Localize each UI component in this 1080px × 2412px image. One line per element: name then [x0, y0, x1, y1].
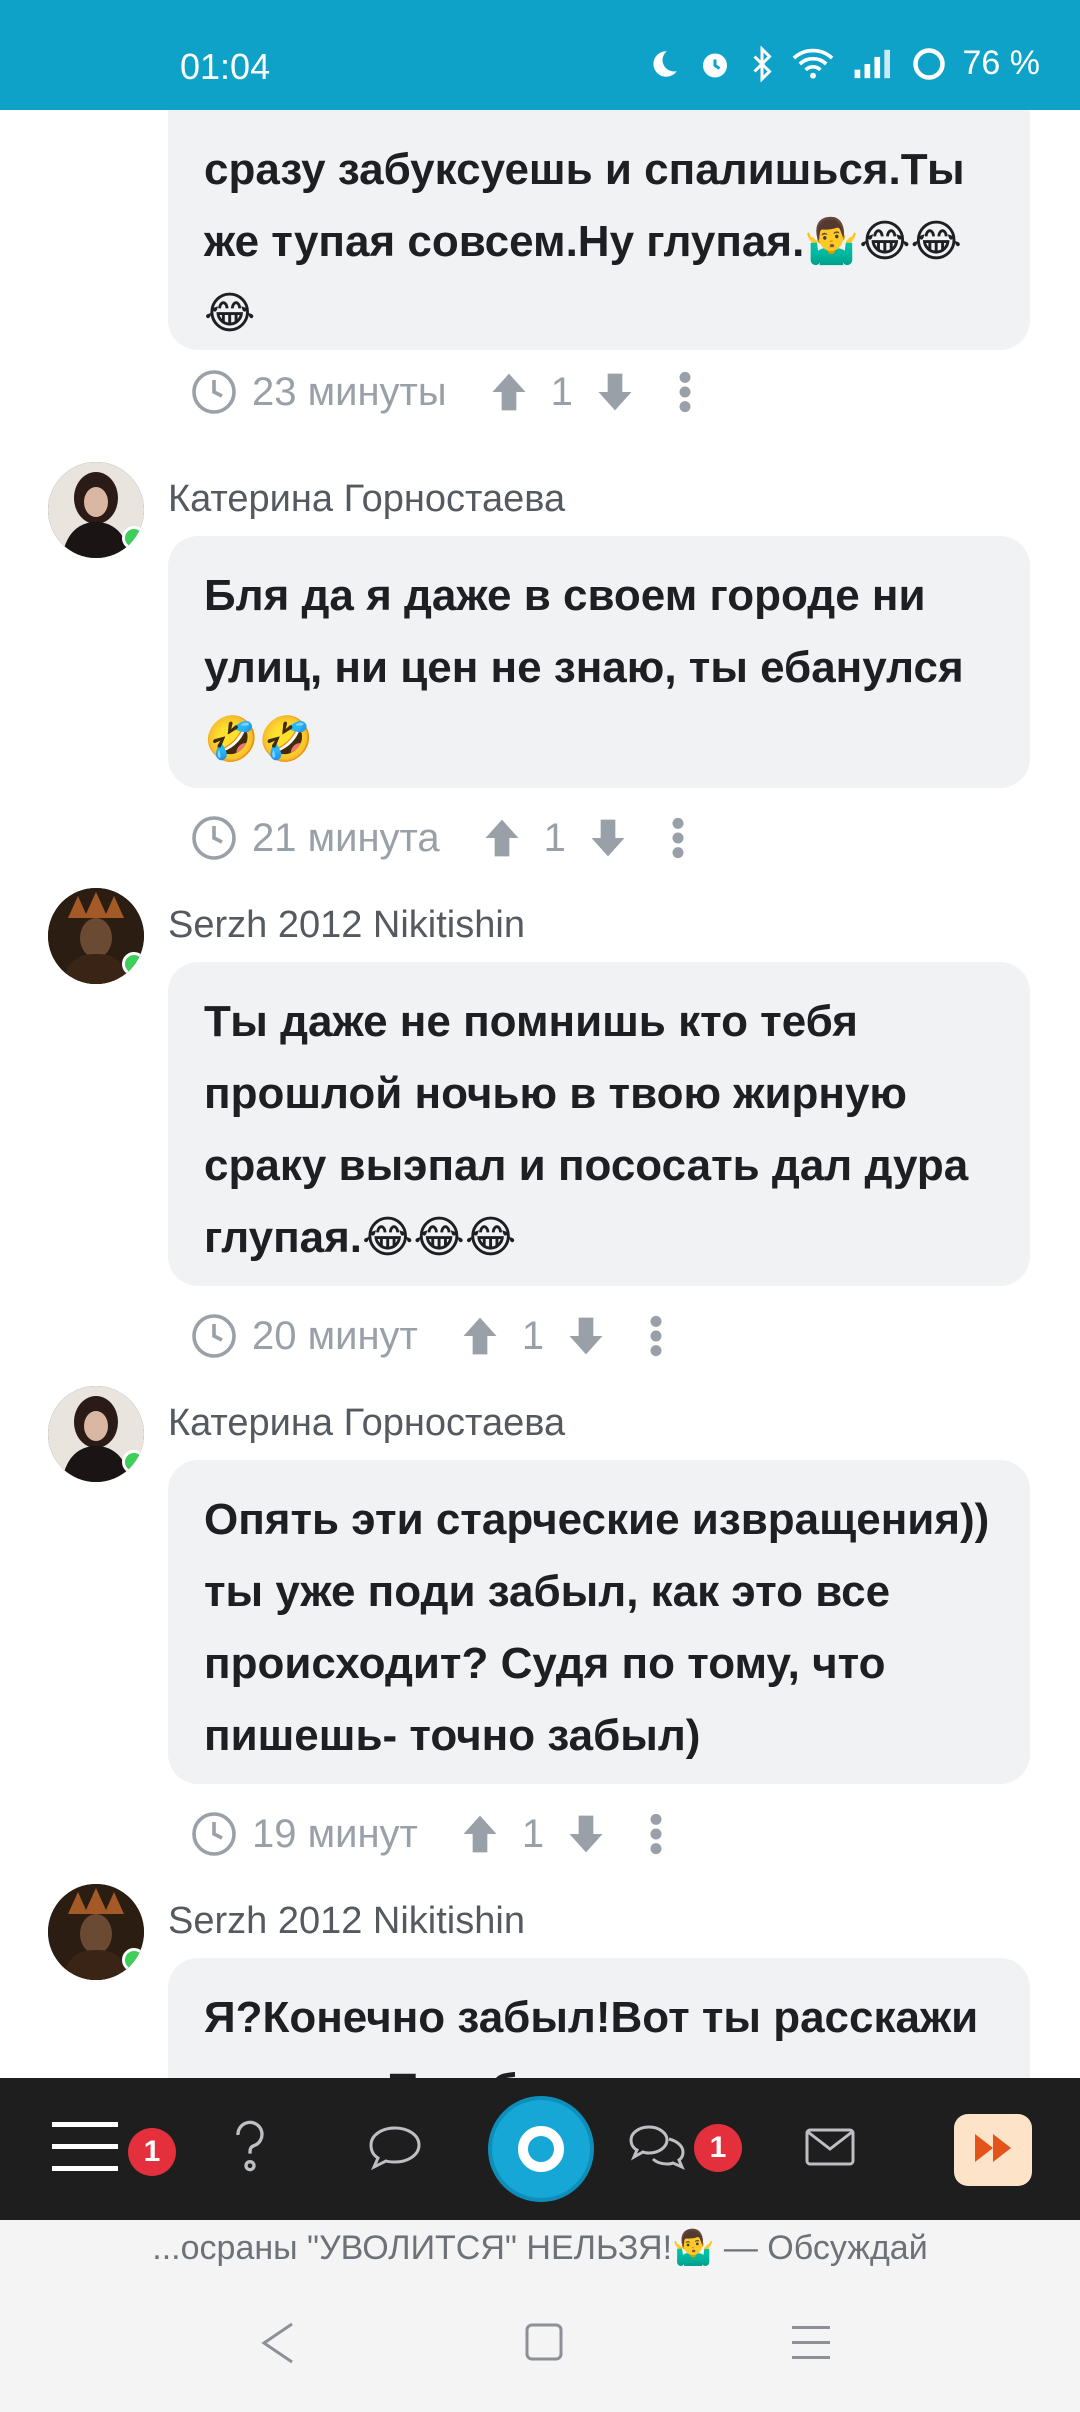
- online-indicator: [122, 526, 144, 550]
- clock-icon: [190, 368, 238, 416]
- comment-bubble: Бля да я даже в своем городе ни улиц, ни…: [168, 536, 1030, 788]
- comment-author[interactable]: Катерина Горностаева: [168, 478, 565, 521]
- mail-icon: [804, 2127, 856, 2172]
- comment-time: 20 минут: [252, 1313, 418, 1358]
- status-time: 01:04: [180, 46, 271, 87]
- question-icon: [230, 2120, 270, 2179]
- comment-meta: 19 минут 1: [190, 1804, 664, 1864]
- fast-forward-icon: [973, 2132, 1013, 2169]
- news-ticker[interactable]: ...осраны "УВОЛИТСЯ" НЕЛЬЗЯ!🤷‍♂️ — Обсуж…: [0, 2220, 1080, 2280]
- comment-author[interactable]: Serzh 2012 Nikitishin: [168, 904, 525, 947]
- mail-button[interactable]: [790, 2078, 870, 2220]
- comment-bubble: Опять эти старческие извращения)) ты уже…: [168, 1460, 1030, 1784]
- vote-count: 1: [521, 1313, 545, 1358]
- recents-icon[interactable]: [790, 2320, 832, 2371]
- avatar[interactable]: [48, 462, 144, 558]
- upvote-icon[interactable]: [458, 1314, 502, 1358]
- online-indicator: [122, 952, 144, 976]
- questions-button[interactable]: [210, 2078, 290, 2220]
- upvote-icon[interactable]: [480, 816, 524, 860]
- comment-meta: 21 минута 1: [190, 808, 686, 868]
- menu-badge: 1: [128, 2128, 176, 2176]
- avatar[interactable]: [48, 1386, 144, 1482]
- comment-time: 21 минута: [252, 815, 440, 860]
- comment-text: сразу забуксуешь и спалишься.Ты же тупая…: [204, 145, 965, 338]
- comment-author[interactable]: Serzh 2012 Nikitishin: [168, 1900, 525, 1943]
- chat-icon: [367, 2124, 423, 2175]
- signal-icon: [851, 47, 895, 81]
- comment-time: 19 минут: [252, 1811, 418, 1856]
- home-icon[interactable]: [524, 2320, 564, 2371]
- comment-bubble: Ты даже не помнишь кто тебя прошлой ночь…: [168, 962, 1030, 1286]
- system-nav: [0, 2280, 1080, 2412]
- menu-icon: [52, 2120, 118, 2179]
- clock-icon: [190, 1810, 238, 1858]
- moon-icon: [647, 47, 681, 81]
- comment-author[interactable]: Катерина Горностаева: [168, 1402, 565, 1445]
- comment-text: Опять эти старческие извращения)) ты уже…: [204, 1495, 990, 1760]
- fast-forward-button[interactable]: [954, 2114, 1032, 2186]
- comment-bubble: Я?Конечно забыл!Вот ты расскажи в лицах.…: [168, 1958, 1030, 2078]
- comment-text: Ты даже не помнишь кто тебя прошлой ночь…: [204, 997, 969, 1262]
- comment-meta: 23 минуты 1: [190, 362, 693, 422]
- avatar[interactable]: [48, 1884, 144, 1980]
- more-icon[interactable]: [648, 1812, 664, 1856]
- messages-button[interactable]: [612, 2078, 702, 2220]
- vote-count: 1: [521, 1811, 545, 1856]
- comment-text: Бля да я даже в своем городе ни улиц, ни…: [204, 571, 964, 764]
- wifi-icon: [791, 46, 835, 82]
- vote-count: 1: [543, 815, 566, 860]
- alarm-icon: [697, 46, 733, 82]
- bluetooth-icon: [749, 45, 775, 82]
- comment-text: Я?Конечно забыл!Вот ты расскажи в лицах.…: [204, 1993, 979, 2078]
- battery-percent: 76 %: [962, 44, 1041, 82]
- clock-icon: [190, 814, 238, 862]
- downvote-icon[interactable]: [586, 816, 630, 860]
- home-feed-button[interactable]: [492, 2100, 590, 2198]
- more-icon[interactable]: [677, 370, 693, 414]
- back-icon[interactable]: [258, 2320, 298, 2371]
- menu-button[interactable]: [40, 2078, 130, 2220]
- downvote-icon[interactable]: [564, 1314, 608, 1358]
- chat-button[interactable]: [350, 2078, 440, 2220]
- upvote-icon[interactable]: [458, 1812, 502, 1856]
- downvote-icon[interactable]: [564, 1812, 608, 1856]
- online-indicator: [122, 1450, 144, 1474]
- messages-icon: [627, 2123, 687, 2176]
- comment-meta: 20 минут 1: [190, 1306, 664, 1366]
- online-indicator: [122, 1948, 144, 1972]
- comment-time: 23 минуты: [252, 369, 447, 414]
- more-icon[interactable]: [648, 1314, 664, 1358]
- status-icons: 76 %: [647, 44, 1041, 83]
- battery-icon: [911, 46, 947, 82]
- messages-badge: 1: [694, 2124, 742, 2172]
- clock-icon: [190, 1312, 238, 1360]
- more-icon[interactable]: [670, 816, 686, 860]
- bottom-nav: 1 1: [0, 2078, 1080, 2220]
- upvote-icon[interactable]: [487, 370, 531, 414]
- comments-feed[interactable]: сразу забуксуешь и спалишься.Ты же тупая…: [0, 110, 1080, 2078]
- comment-bubble: сразу забуксуешь и спалишься.Ты же тупая…: [168, 110, 1030, 350]
- avatar[interactable]: [48, 888, 144, 984]
- status-bar: 01:04 76 %: [0, 0, 1080, 110]
- vote-count: 1: [550, 369, 573, 414]
- downvote-icon[interactable]: [593, 370, 637, 414]
